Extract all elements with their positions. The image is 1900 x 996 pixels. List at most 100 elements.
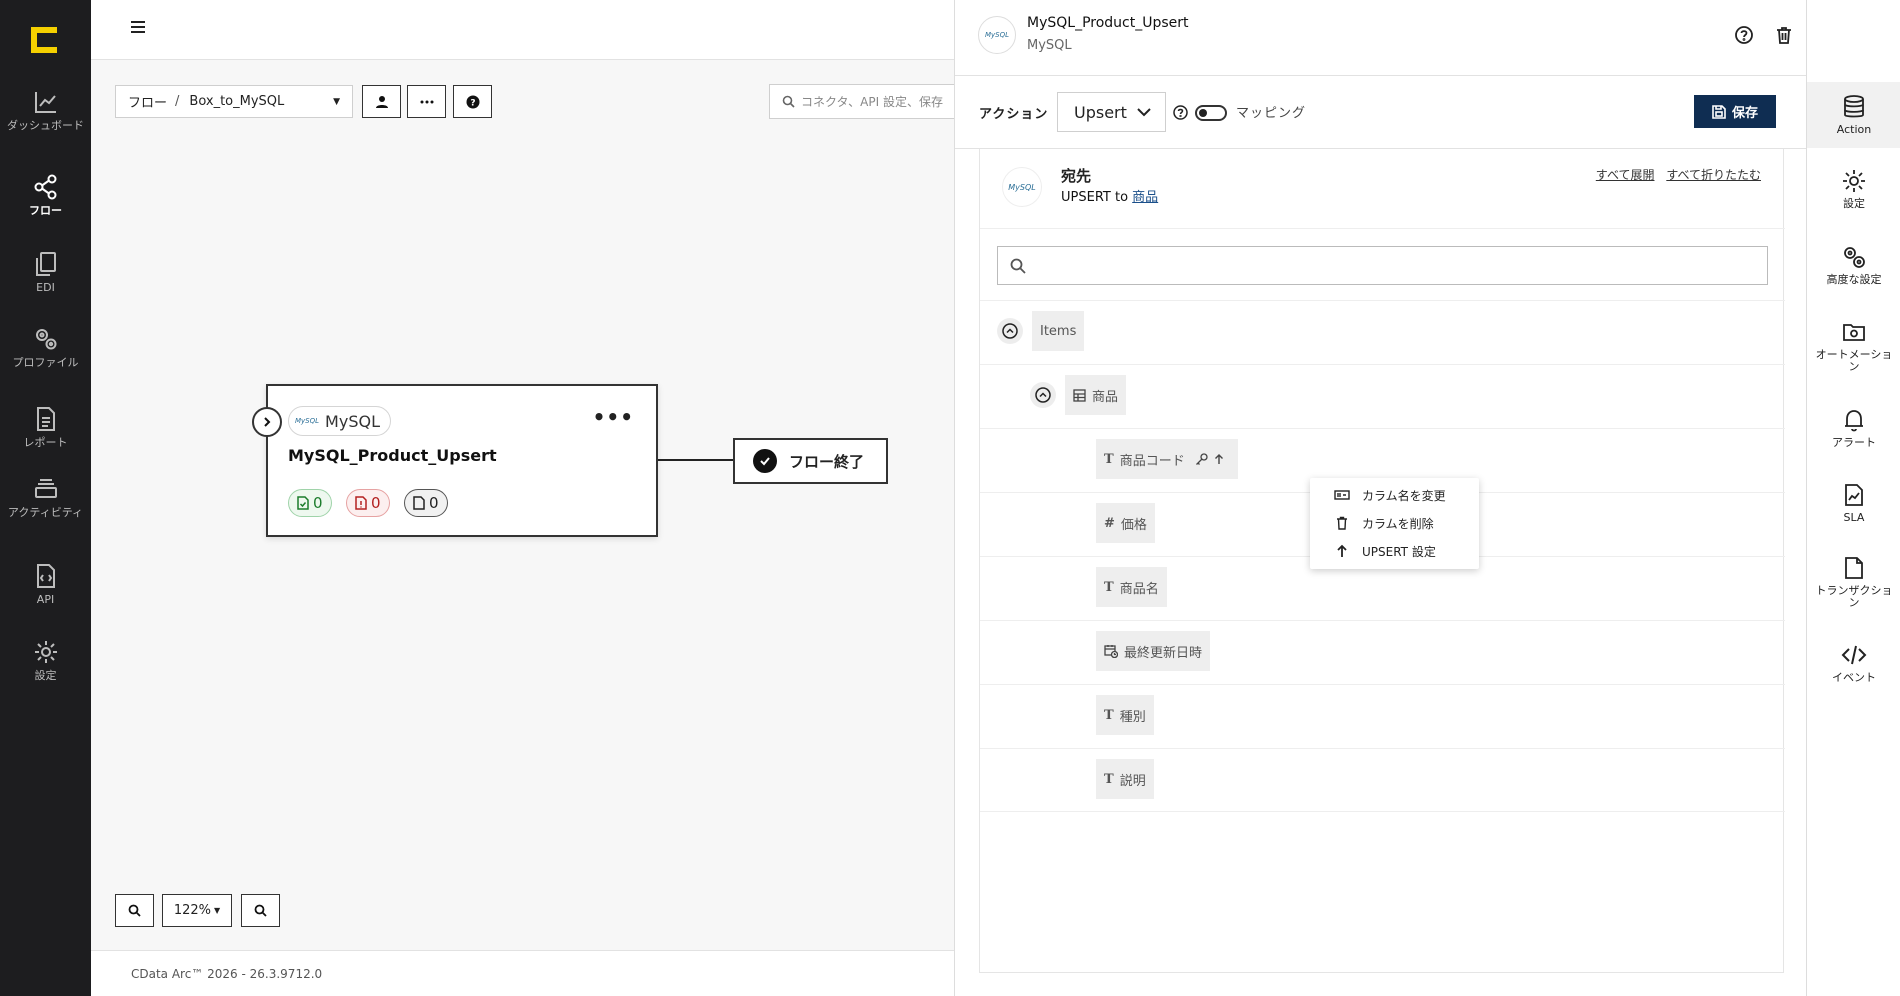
column-node[interactable]: T 商品名 — [1096, 567, 1167, 607]
column-node[interactable]: T 商品コード — [1096, 439, 1238, 479]
user-button[interactable] — [362, 85, 401, 118]
layers-icon — [32, 475, 60, 503]
zoom-in-icon — [128, 904, 141, 917]
bell-icon — [1841, 407, 1867, 433]
nav-flow[interactable]: フロー — [0, 173, 91, 217]
column-row: T 種別 — [980, 684, 1785, 748]
zoom-out-icon — [254, 904, 267, 917]
column-node[interactable]: 最終更新日時 — [1096, 631, 1211, 671]
collapse-circle-icon[interactable] — [1030, 382, 1056, 408]
flow-edge — [658, 459, 734, 461]
sidebar-item-action[interactable]: Action — [1807, 82, 1900, 148]
gears-icon — [1841, 244, 1867, 270]
nav-label: レポート — [23, 436, 68, 449]
end-node-label: フロー終了 — [789, 452, 865, 471]
chevron-right-icon[interactable] — [252, 407, 282, 437]
column-row: 最終更新日時 — [980, 620, 1785, 684]
zoom-out-button[interactable] — [241, 894, 280, 927]
action-label: アクション — [979, 107, 1049, 122]
expand-all-link[interactable]: すべて展開 — [1596, 168, 1655, 182]
caret-down-icon: ▼ — [214, 906, 221, 915]
menu-item-delete-column[interactable]: カラムを削除 — [1310, 510, 1479, 536]
destination-title: 宛先 — [1061, 167, 1092, 185]
gears-icon — [32, 325, 60, 353]
nav-profile[interactable]: プロファイル — [0, 325, 91, 369]
chart-line-icon — [32, 88, 60, 116]
caret-down-icon[interactable]: ▼ — [333, 97, 340, 107]
column-node[interactable]: T 説明 — [1096, 759, 1154, 799]
trash-icon[interactable] — [1773, 24, 1795, 46]
tree-node-table[interactable]: 商品 — [1065, 375, 1127, 415]
nav-activity[interactable]: アクティビティ — [0, 475, 91, 519]
share-nodes-icon — [32, 173, 60, 201]
chevron-down-icon — [1137, 108, 1151, 117]
column-search-input[interactable] — [997, 246, 1768, 285]
nav-settings[interactable]: 設定 — [0, 638, 91, 682]
help-circle-icon[interactable] — [1733, 24, 1755, 46]
sidebar-item-transaction[interactable]: トランザクション — [1807, 555, 1900, 609]
collapse-all-link[interactable]: すべて折りたたむ — [1666, 168, 1761, 182]
help-button[interactable]: ? — [453, 85, 492, 118]
nav-api[interactable]: API — [0, 562, 91, 606]
floppy-disk-icon — [1712, 104, 1726, 119]
sidebar-item-automation[interactable]: オートメーション — [1807, 319, 1900, 373]
zoom-in-button[interactable] — [115, 894, 154, 927]
collapse-circle-icon[interactable] — [997, 318, 1023, 344]
text-type-icon: T — [1104, 771, 1114, 787]
save-button[interactable]: 保存 — [1694, 95, 1776, 128]
connector-search-input[interactable]: コネクタ、API 設定、保存 — [769, 84, 954, 119]
sidebar-item-event[interactable]: イベント — [1807, 642, 1900, 684]
breadcrumb-root[interactable]: フロー — [128, 92, 167, 111]
more-button[interactable] — [407, 85, 446, 118]
svg-text:?: ? — [470, 98, 475, 108]
mapping-toggle[interactable] — [1195, 105, 1227, 121]
zoom-level-select[interactable]: 122% ▼ — [162, 894, 232, 927]
question-circle-icon: ? — [466, 95, 479, 108]
menu-item-rename-column[interactable]: カラム名を変更 — [1310, 482, 1479, 508]
success-count-badge[interactable]: 0 — [288, 489, 332, 517]
destination-table-link[interactable]: 商品 — [1132, 190, 1158, 205]
gear-icon — [1841, 168, 1867, 194]
nav-report[interactable]: レポート — [0, 405, 91, 449]
top-bar — [91, 0, 954, 60]
file-error-icon — [355, 496, 367, 510]
text-type-icon: T — [1104, 451, 1114, 467]
action-select[interactable]: Upsert — [1057, 92, 1166, 132]
sidebar-item-alert[interactable]: アラート — [1807, 407, 1900, 449]
flow-node-mysql[interactable]: MySQL MySQL ••• MySQL_Product_Upsert 0 0… — [252, 384, 658, 537]
gear-icon — [32, 638, 60, 666]
code-icon — [1841, 642, 1867, 668]
question-circle-icon[interactable] — [1173, 105, 1188, 120]
node-menu-icon[interactable]: ••• — [593, 407, 634, 427]
nav-edi[interactable]: EDI — [0, 250, 91, 294]
search-icon — [782, 95, 795, 108]
cdata-logo[interactable] — [29, 25, 59, 55]
sidebar-item-settings[interactable]: 設定 — [1807, 168, 1900, 210]
rename-icon — [1334, 490, 1350, 500]
destination-desc: UPSERT to 商品 — [1061, 190, 1159, 205]
nav-label: プロファイル — [12, 356, 79, 369]
flow-end-node[interactable]: フロー終了 — [733, 438, 888, 484]
column-context-menu: カラム名を変更 カラムを削除 UPSERT 設定 — [1310, 478, 1479, 569]
file-code-icon — [32, 562, 60, 590]
breadcrumb[interactable]: フロー / Box_to_MySQL ▼ — [115, 85, 353, 118]
search-icon — [1010, 258, 1026, 274]
error-count-badge[interactable]: 0 — [346, 489, 390, 517]
text-type-icon: T — [1104, 579, 1114, 595]
number-type-icon: # — [1104, 515, 1115, 531]
hamburger-icon[interactable] — [129, 18, 147, 36]
sidebar-item-sla[interactable]: SLA — [1807, 482, 1900, 524]
calendar-clock-icon — [1104, 645, 1118, 658]
copy-icon — [32, 250, 60, 278]
nav-dashboard[interactable]: ダッシュボード — [0, 88, 91, 132]
column-node[interactable]: T 種別 — [1096, 695, 1154, 735]
tree-node-items[interactable]: Items — [1032, 311, 1085, 351]
mysql-logo: MySQL — [295, 417, 320, 425]
menu-item-upsert-settings[interactable]: UPSERT 設定 — [1310, 538, 1479, 564]
pending-count-badge[interactable]: 0 — [404, 489, 448, 517]
destination-header: MySQL 宛先 UPSERT to 商品 すべて展開 すべて折りたたむ — [980, 149, 1785, 229]
column-node[interactable]: # 価格 — [1096, 503, 1155, 543]
sidebar-item-advanced[interactable]: 高度な設定 — [1807, 244, 1900, 286]
text-type-icon: T — [1104, 707, 1114, 723]
mysql-logo: MySQL — [978, 16, 1016, 54]
